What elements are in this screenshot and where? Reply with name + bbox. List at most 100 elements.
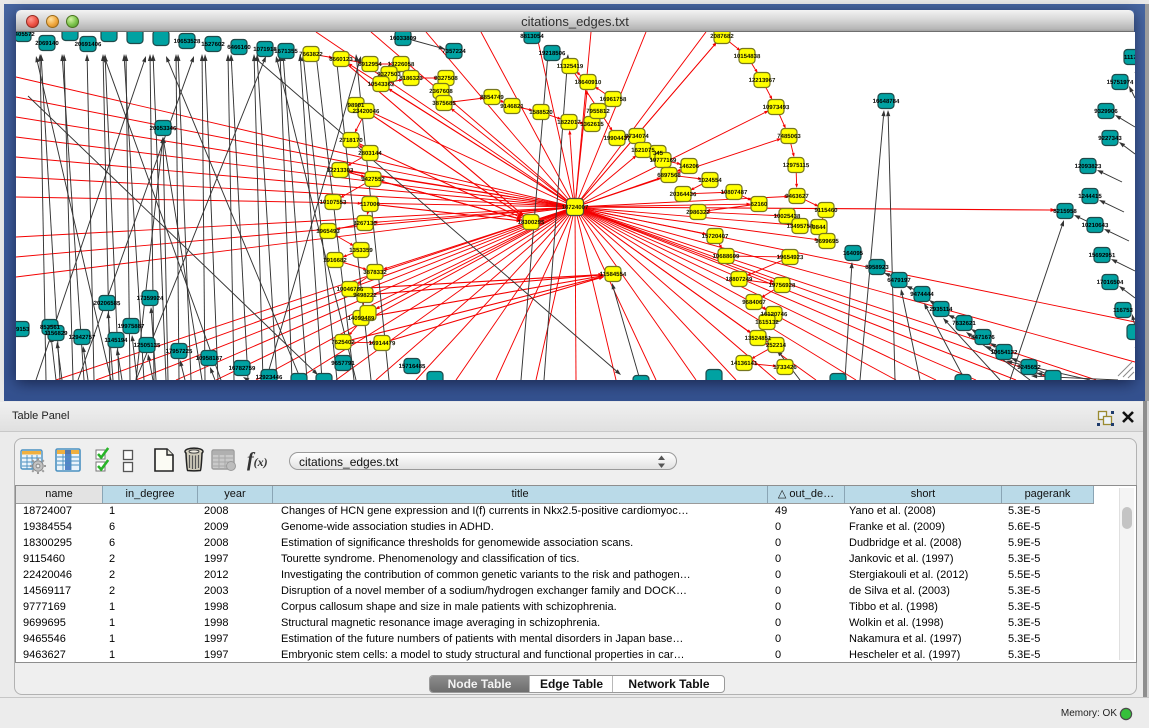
svg-text:10210643: 10210643 — [1082, 223, 1109, 229]
svg-text:252214: 252214 — [766, 343, 787, 349]
svg-text:18807249: 18807249 — [726, 277, 753, 283]
svg-text:12942757: 12942757 — [69, 335, 96, 341]
svg-text:146206: 146206 — [679, 164, 700, 170]
svg-text:16648784: 16648784 — [873, 99, 900, 105]
svg-text:8854749: 8854749 — [480, 95, 504, 101]
svg-text:12213303: 12213303 — [327, 168, 354, 174]
svg-text:17957225: 17957225 — [166, 349, 193, 355]
svg-text:116753: 116753 — [1113, 308, 1133, 314]
svg-text:10107553: 10107553 — [320, 200, 347, 206]
svg-text:10543362: 10543362 — [368, 82, 395, 88]
svg-text:12975115: 12975115 — [783, 163, 810, 169]
svg-text:3878332: 3878332 — [363, 270, 387, 276]
svg-text:9146821: 9146821 — [500, 104, 524, 110]
svg-text:20364436: 20364436 — [670, 192, 697, 198]
svg-text:9734074: 9734074 — [625, 134, 649, 140]
svg-text:1733426: 1733426 — [773, 365, 797, 371]
svg-text:1145194: 1145194 — [104, 338, 128, 344]
svg-text:3267130: 3267130 — [353, 221, 377, 227]
svg-text:1615132: 1615132 — [755, 320, 779, 326]
svg-text:13226058: 13226058 — [388, 62, 415, 68]
svg-text:1405572: 1405572 — [16, 32, 35, 38]
svg-text:9844: 9844 — [812, 225, 826, 231]
svg-text:2718170: 2718170 — [339, 138, 363, 144]
svg-text:1024554: 1024554 — [698, 178, 722, 184]
svg-text:10154838: 10154838 — [734, 54, 761, 60]
svg-text:12213967: 12213967 — [749, 78, 776, 84]
svg-text:8186323: 8186323 — [399, 76, 423, 82]
svg-text:20206585: 20206585 — [94, 301, 121, 307]
svg-text:345: 345 — [653, 151, 664, 157]
svg-text:3875685: 3875685 — [432, 101, 456, 107]
svg-text:8813054: 8813054 — [520, 34, 544, 40]
svg-text:9498222: 9498222 — [353, 293, 377, 299]
svg-text:1916682: 1916682 — [323, 258, 347, 264]
svg-text:16120746: 16120746 — [761, 312, 788, 318]
svg-text:1527602: 1527602 — [201, 42, 225, 48]
svg-text:62160: 62160 — [751, 202, 768, 208]
svg-text:10653528: 10653528 — [174, 39, 201, 45]
svg-text:1588520: 1588520 — [529, 110, 553, 116]
svg-text:14099489: 14099489 — [348, 316, 375, 322]
svg-text:19756928: 19756928 — [769, 283, 796, 289]
svg-text:15720407: 15720407 — [702, 234, 729, 240]
svg-text:117006: 117006 — [360, 202, 380, 208]
svg-text:7625402: 7625402 — [331, 340, 355, 346]
svg-text:11325419: 11325419 — [557, 64, 584, 70]
svg-text:9227343: 9227343 — [1098, 136, 1122, 142]
svg-text:15751974: 15751974 — [1107, 80, 1134, 86]
svg-text:1244415: 1244415 — [1078, 194, 1102, 200]
svg-text:10958187: 10958187 — [196, 356, 223, 362]
svg-text:9427552: 9427552 — [361, 177, 385, 183]
svg-text:9657791: 9657791 — [331, 361, 355, 367]
svg-text:23420046: 23420046 — [353, 109, 380, 115]
svg-text:17016504: 17016504 — [1097, 280, 1124, 286]
svg-text:10807487: 10807487 — [721, 190, 748, 196]
svg-text:19218506: 19218506 — [539, 51, 566, 57]
svg-text:2803144: 2803144 — [358, 151, 382, 157]
svg-text:10973493: 10973493 — [763, 105, 790, 111]
svg-text:6479197: 6479197 — [887, 278, 911, 284]
svg-text:8912954: 8912954 — [358, 62, 382, 68]
svg-text:12505135: 12505135 — [134, 343, 161, 349]
svg-text:1353359: 1353359 — [349, 248, 373, 254]
svg-text:9463627: 9463627 — [785, 194, 809, 200]
svg-text:7955812: 7955812 — [586, 109, 610, 115]
svg-text:18300295: 18300295 — [518, 220, 545, 226]
svg-text:20053346: 20053346 — [150, 126, 177, 132]
svg-text:19654923: 19654923 — [777, 255, 804, 261]
svg-text:1671355: 1671355 — [274, 49, 298, 55]
svg-text:1822017: 1822017 — [557, 120, 581, 126]
svg-text:17359924: 17359924 — [137, 296, 164, 302]
svg-text:9327508: 9327508 — [434, 76, 458, 82]
svg-text:13495758: 13495758 — [787, 224, 814, 230]
svg-text:6897568: 6897568 — [657, 173, 681, 179]
svg-text:16961758: 16961758 — [600, 97, 627, 103]
svg-text:18640910: 18640910 — [575, 80, 602, 86]
svg-text:1621075: 1621075 — [631, 148, 655, 154]
svg-text:8958923: 8958923 — [865, 265, 889, 271]
svg-text:9329906: 9329906 — [1094, 109, 1118, 115]
svg-text:8660123: 8660123 — [329, 57, 353, 63]
svg-text:9115460: 9115460 — [814, 208, 838, 214]
svg-text:12923446: 12923446 — [256, 375, 283, 380]
svg-text:7632621: 7632621 — [952, 321, 976, 327]
svg-text:1156829: 1156829 — [44, 331, 68, 337]
svg-text:15692951: 15692951 — [1089, 253, 1116, 259]
svg-text:1965493: 1965493 — [316, 229, 340, 235]
svg-text:2069140: 2069140 — [35, 41, 59, 47]
svg-text:9327503: 9327503 — [377, 72, 401, 78]
svg-text:10654122: 10654122 — [991, 350, 1018, 356]
svg-text:18724007: 18724007 — [562, 205, 589, 211]
svg-text:10688609: 10688609 — [713, 254, 740, 260]
svg-text:14136141: 14136141 — [731, 361, 758, 367]
svg-text:12093823: 12093823 — [1075, 164, 1102, 170]
svg-text:16033809: 16033809 — [390, 36, 417, 42]
svg-text:16914479: 16914479 — [369, 341, 396, 347]
svg-text:7485063: 7485063 — [777, 134, 801, 140]
svg-text:8215958: 8215958 — [1053, 209, 1077, 215]
svg-text:9699695: 9699695 — [815, 239, 839, 245]
svg-text:2935114: 2935114 — [929, 307, 953, 313]
svg-text:2087682: 2087682 — [710, 34, 734, 40]
svg-text:15716485: 15716485 — [399, 364, 426, 370]
